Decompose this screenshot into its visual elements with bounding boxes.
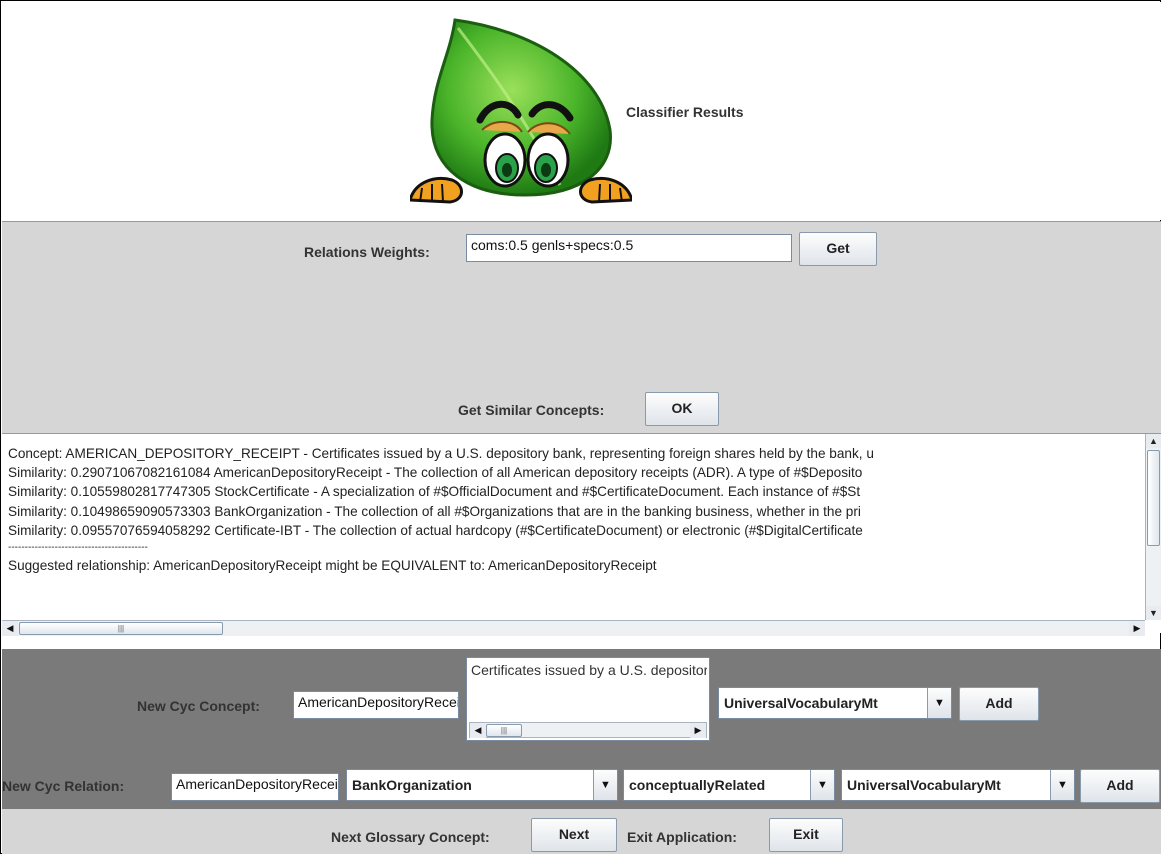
exit-button[interactable]: Exit [769,818,843,852]
add-relation-button[interactable]: Add [1080,769,1160,803]
horizontal-scrollbar[interactable]: ◀ ||| ▶ [2,620,1145,636]
results-textarea[interactable]: Concept: AMERICAN_DEPOSITORY_RECEIPT - C… [2,433,1161,636]
results-line: Similarity: 0.09557076594058292 Certific… [8,522,863,538]
scroll-right-icon[interactable]: ▶ [690,723,706,738]
chevron-down-icon[interactable]: ▼ [810,770,834,800]
description-horizontal-scrollbar[interactable]: ◀ ||| ▶ [469,722,707,738]
results-line: Similarity: 0.10498659090573303 BankOrga… [8,503,861,519]
get-button[interactable]: Get [799,232,877,266]
exit-application-label: Exit Application: [627,829,737,845]
horizontal-scroll-thumb[interactable]: ||| [19,622,223,635]
concept-mt-select[interactable]: UniversalVocabularyMt ▼ [718,687,952,719]
header: Classifier Results [2,2,1161,220]
ok-button[interactable]: OK [645,392,719,426]
results-text: Concept: AMERICAN_DEPOSITORY_RECEIPT - C… [8,444,1142,618]
results-line: Concept: AMERICAN_DEPOSITORY_RECEIPT - C… [8,446,874,461]
next-glossary-concept-label: Next Glossary Concept: [331,829,490,845]
results-line: Similarity: 0.29071067082161084 American… [8,465,863,481]
results-line: ----------------------------------------… [8,542,148,554]
relation-target-value: BankOrganization [352,777,472,793]
chevron-down-icon[interactable]: ▼ [593,770,617,800]
new-cyc-relation-input[interactable]: AmericanDepositoryReceipt [171,773,339,801]
new-cyc-concept-label: New Cyc Concept: [137,698,260,714]
relations-weights-input[interactable]: coms:0.5 genls+specs:0.5 [466,234,792,262]
relation-type-value: conceptuallyRelated [629,777,766,793]
concept-description-textarea[interactable]: Certificates issued by a U.S. depository… [466,657,710,741]
vertical-scroll-thumb[interactable] [1147,450,1160,546]
controls-panel: Relations Weights: coms:0.5 genls+specs:… [2,221,1161,433]
relation-mt-select[interactable]: UniversalVocabularyMt ▼ [841,769,1075,801]
relation-type-select[interactable]: conceptuallyRelated ▼ [623,769,835,801]
description-scroll-thumb[interactable]: ||| [486,724,522,737]
add-concept-button[interactable]: Add [959,687,1039,721]
concept-description-text: Certificates issued by a U.S. depository… [471,662,707,678]
next-button[interactable]: Next [531,818,617,852]
new-cyc-concept-input[interactable]: AmericanDepositoryReceipt [293,691,459,719]
scroll-left-icon[interactable]: ◀ [2,621,18,636]
scroll-up-icon[interactable]: ▲ [1146,434,1161,448]
results-line: Suggested relationship: AmericanDeposito… [8,558,657,574]
chevron-down-icon[interactable]: ▼ [927,688,951,718]
chevron-down-icon[interactable]: ▼ [1050,770,1074,800]
relation-mt-value: UniversalVocabularyMt [847,777,1001,793]
concept-mt-value: UniversalVocabularyMt [724,695,878,711]
app-window: Classifier Results Relations Weights: co… [0,0,1161,854]
get-similar-concepts-label: Get Similar Concepts: [458,402,605,418]
relations-weights-label: Relations Weights: [304,244,430,260]
scroll-down-icon[interactable]: ▼ [1146,606,1161,620]
results-line: Similarity: 0.10559802817747305 StockCer… [8,484,861,500]
scroll-right-icon[interactable]: ▶ [1129,621,1145,636]
scroll-left-icon[interactable]: ◀ [470,723,486,738]
vertical-scrollbar[interactable]: ▲ ▼ [1145,434,1161,620]
leaf-mascot-icon [410,18,632,204]
relation-target-select[interactable]: BankOrganization ▼ [346,769,618,801]
page-title: Classifier Results [626,104,744,120]
new-cyc-relation-label: New Cyc Relation: [2,778,125,794]
